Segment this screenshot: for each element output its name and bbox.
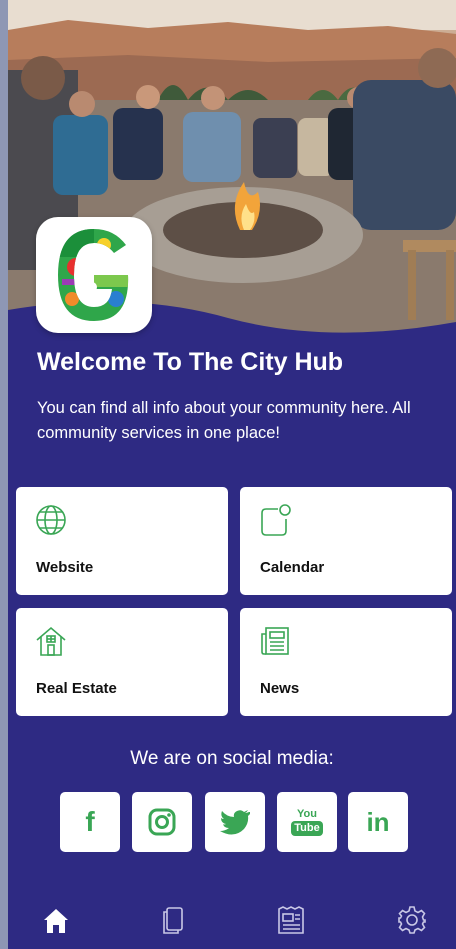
tile-real-estate[interactable]: Real Estate bbox=[16, 608, 228, 716]
tile-news[interactable]: News bbox=[240, 608, 452, 716]
calendar-icon bbox=[261, 504, 291, 536]
tab-settings[interactable] bbox=[392, 900, 432, 940]
logo-g-icon bbox=[58, 229, 129, 321]
facebook-icon: f bbox=[85, 806, 95, 837]
tab-home[interactable] bbox=[36, 900, 76, 940]
linkedin-button[interactable]: in bbox=[348, 792, 408, 852]
home-icon bbox=[44, 909, 68, 933]
social-heading: We are on social media: bbox=[130, 748, 334, 769]
twitter-button[interactable] bbox=[205, 792, 265, 852]
pages-icon bbox=[163, 907, 183, 934]
facebook-button[interactable]: f bbox=[60, 792, 120, 852]
tile-label: Calendar bbox=[260, 559, 325, 576]
tile-label: Real Estate bbox=[36, 680, 117, 697]
app-logo bbox=[36, 217, 152, 333]
newspaper-icon bbox=[261, 627, 289, 655]
globe-icon bbox=[36, 505, 66, 535]
tile-website[interactable]: Website bbox=[16, 487, 228, 595]
tile-calendar[interactable]: Calendar bbox=[240, 487, 452, 595]
page-subtitle: You can find all info about your communi… bbox=[37, 399, 411, 442]
tile-label: Website bbox=[36, 559, 94, 576]
twitter-icon bbox=[220, 810, 250, 835]
instagram-icon bbox=[148, 808, 176, 836]
page-title: Welcome To The City Hub bbox=[37, 348, 344, 376]
linkedin-icon: in bbox=[366, 806, 390, 837]
news-icon bbox=[278, 906, 304, 934]
tile-label: News bbox=[260, 680, 300, 697]
gear-icon bbox=[398, 906, 426, 934]
youtube-button[interactable]: You Tube bbox=[277, 792, 337, 852]
tab-pages[interactable] bbox=[153, 900, 193, 940]
youtube-icon: You Tube bbox=[291, 808, 323, 836]
house-icon bbox=[36, 626, 66, 656]
app-screen: Welcome To The City Hub You can find all… bbox=[8, 0, 456, 949]
tab-news[interactable] bbox=[271, 900, 311, 940]
instagram-button[interactable] bbox=[132, 792, 192, 852]
